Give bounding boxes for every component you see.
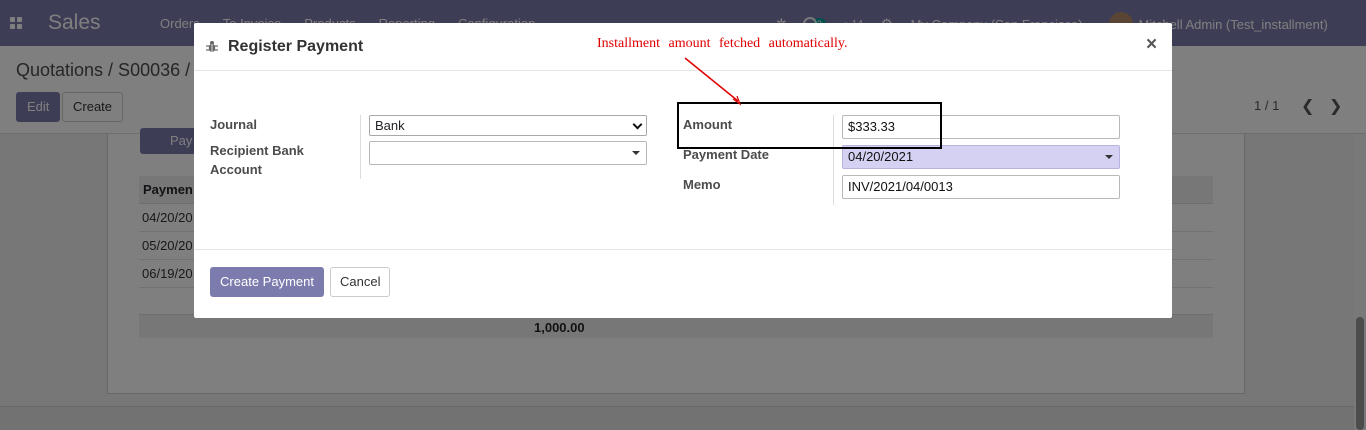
journal-label: Journal	[210, 117, 257, 132]
annotation-highlight-box	[677, 102, 942, 149]
dropdown-caret-icon[interactable]	[632, 151, 640, 155]
recipient-bank-account-field[interactable]	[369, 141, 647, 165]
left-group-separator	[360, 115, 361, 179]
recipient-bank-label-line1: Recipient Bank	[210, 143, 304, 158]
payment-date-value: 04/20/2021	[848, 149, 914, 164]
cancel-button[interactable]: Cancel	[330, 267, 390, 297]
annotation-text: Installment amount fetched automatically…	[597, 36, 848, 51]
close-icon[interactable]: ×	[1146, 34, 1157, 56]
dialog-title: Register Payment	[228, 38, 364, 55]
memo-value: INV/2021/04/0013	[848, 179, 953, 194]
dialog-footer: Create Payment Cancel	[194, 249, 1172, 318]
chevron-down-icon	[632, 119, 643, 130]
recipient-bank-label: Recipient Bank Account	[210, 141, 304, 179]
recipient-bank-label-line2: Account	[210, 162, 262, 177]
create-payment-button[interactable]: Create Payment	[210, 267, 324, 297]
bug-icon	[206, 41, 218, 52]
journal-value: Bank	[375, 118, 405, 133]
date-picker-caret-icon[interactable]	[1105, 155, 1113, 159]
memo-label: Memo	[683, 177, 721, 192]
register-payment-dialog: Register Payment × Journal Recipient Ban…	[194, 23, 1172, 318]
memo-field[interactable]: INV/2021/04/0013	[842, 175, 1120, 199]
journal-select[interactable]: Bank	[369, 115, 647, 136]
